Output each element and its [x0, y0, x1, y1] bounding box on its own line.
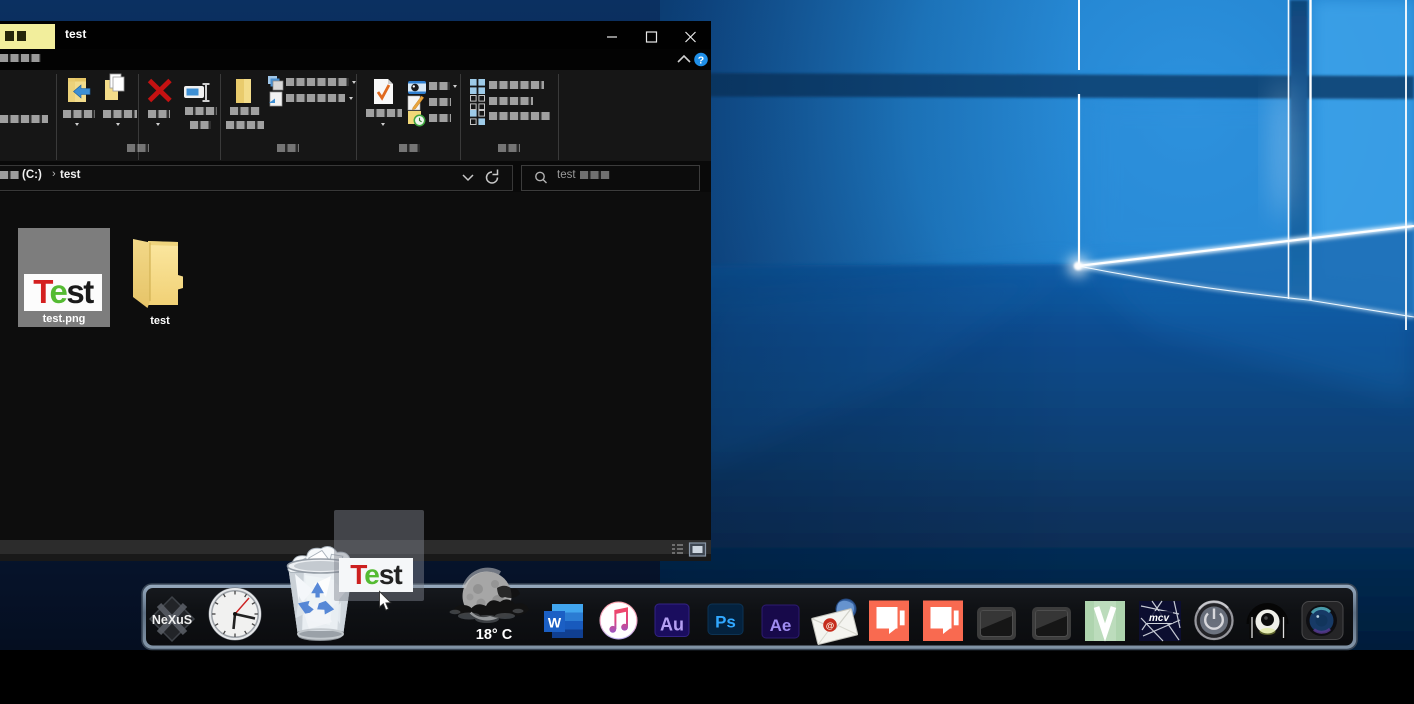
- svg-text:@: @: [826, 621, 834, 631]
- svg-text:W: W: [548, 615, 562, 631]
- svg-text:Ae: Ae: [770, 616, 792, 635]
- svg-text:Au: Au: [660, 615, 684, 635]
- svg-text:NeXuS: NeXuS: [152, 613, 192, 627]
- svg-text:mcv: mcv: [1149, 613, 1170, 624]
- svg-text:18° C: 18° C: [476, 627, 513, 643]
- svg-text:?: ?: [698, 55, 704, 67]
- svg-text:Ps: Ps: [715, 613, 736, 632]
